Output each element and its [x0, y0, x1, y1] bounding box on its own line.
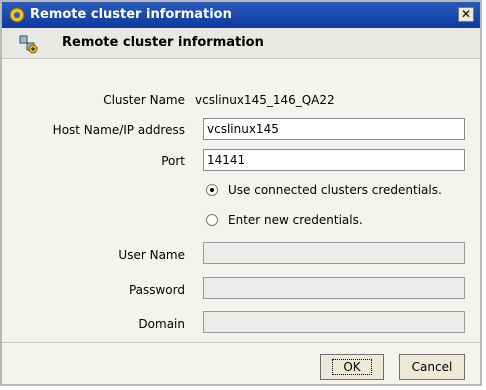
dialog-header: Remote cluster information: [2, 28, 480, 59]
password-label: Password: [128, 283, 185, 297]
cluster-add-icon: [19, 35, 38, 54]
cluster-name-value: vcslinux145_146_QA22: [195, 93, 335, 107]
radio-new-button[interactable]: [206, 214, 218, 226]
header-title: Remote cluster information: [62, 35, 264, 50]
user-name-label: User Name: [118, 248, 185, 262]
cluster-name-label: Cluster Name: [103, 93, 185, 107]
cancel-button[interactable]: Cancel: [399, 354, 465, 380]
window-title: Remote cluster information: [30, 7, 232, 22]
close-icon: ✕: [460, 7, 472, 21]
ok-button[interactable]: OK: [320, 354, 384, 380]
footer-divider: [2, 342, 480, 343]
host-input[interactable]: [203, 118, 465, 140]
radio-connected-button[interactable]: [206, 184, 218, 196]
port-input[interactable]: [203, 149, 465, 171]
radio-connected-label: Use connected clusters credentials.: [228, 183, 442, 197]
cluster-icon: [9, 7, 25, 23]
host-label: Host Name/IP address: [52, 123, 185, 137]
radio-new-label: Enter new credentials.: [228, 213, 363, 227]
password-input[interactable]: [203, 277, 465, 299]
close-button[interactable]: ✕: [458, 7, 474, 22]
port-label: Port: [161, 154, 185, 168]
title-bar[interactable]: Remote cluster information ✕: [2, 2, 480, 28]
remote-cluster-dialog: Remote cluster information ✕ Remote clus…: [0, 0, 482, 386]
user-name-input[interactable]: [203, 242, 465, 264]
domain-input[interactable]: [203, 311, 465, 333]
ok-button-label: OK: [332, 359, 372, 375]
domain-label: Domain: [138, 317, 185, 331]
